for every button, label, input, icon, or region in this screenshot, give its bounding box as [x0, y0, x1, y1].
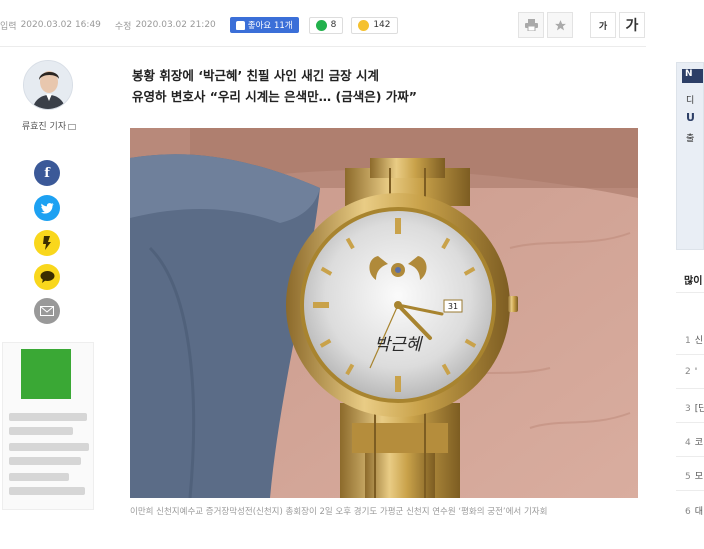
star-icon: [554, 19, 566, 30]
font-smaller-button[interactable]: 가: [590, 12, 616, 38]
comment-count: 8: [330, 20, 337, 30]
left-ad-banner[interactable]: [2, 342, 94, 510]
print-button[interactable]: [518, 12, 544, 38]
share-facebook-button[interactable]: f: [34, 160, 60, 186]
input-label: 입력: [0, 21, 17, 32]
share-twitter-button[interactable]: [34, 195, 60, 221]
avatar-photo: [24, 61, 72, 109]
email-icon: [40, 306, 54, 316]
article-meta: 입력 2020.03.02 16:49 수정 2020.03.02 21:20 …: [0, 14, 406, 36]
watch-photo: 31 박근혜: [130, 128, 638, 498]
like-button[interactable]: 좋아요 11개: [229, 17, 299, 33]
thumbs-up-icon: [235, 20, 245, 30]
bookmark-button[interactable]: [547, 12, 573, 38]
kakaotalk-icon: [40, 271, 54, 283]
font-larger-button[interactable]: 가: [619, 12, 645, 38]
photo-caption: 이만희 신천지예수교 증거장막성전(신천지) 총회장이 2일 오후 경기도 가평…: [130, 507, 548, 517]
most-viewed-item[interactable]: 5모: [685, 469, 703, 482]
ad-image: [21, 349, 71, 399]
article-photo[interactable]: 31 박근혜: [130, 128, 638, 498]
comment-icon: [315, 19, 327, 31]
most-viewed-item[interactable]: 2 ': [685, 367, 697, 377]
author-byline[interactable]: 류효진 기자: [14, 119, 84, 132]
ad-badge: N: [682, 69, 703, 83]
ad-text-2: U: [686, 111, 695, 124]
article-headline: 봉황 휘장에 ‘박근혜’ 친필 사인 새긴 금장 시계 유영하 변호사 “우리 …: [132, 65, 592, 107]
like-label: 좋아요 11개: [247, 21, 293, 31]
most-viewed-title: 많이: [684, 276, 703, 287]
comments-button[interactable]: 8: [308, 16, 344, 34]
edit-date: 2020.03.02 21:20: [135, 20, 216, 30]
headline-line-2: 유영하 변호사 “우리 시계는 은색만… (금색은) 가짜”: [132, 89, 417, 104]
reactions-button[interactable]: 142: [351, 16, 398, 34]
divider: [0, 46, 646, 47]
most-viewed-item[interactable]: 1신: [685, 333, 703, 346]
watch-date-window: 31: [448, 302, 458, 311]
author-avatar[interactable]: [23, 60, 73, 110]
kakaostory-icon: [43, 236, 51, 250]
right-ad-banner[interactable]: N 디 U 출: [676, 62, 704, 250]
most-viewed-item[interactable]: 4코: [685, 435, 703, 448]
edit-label: 수정: [114, 21, 132, 32]
headline-line-1: 봉황 휘장에 ‘박근혜’ 친필 사인 새긴 금장 시계: [132, 68, 379, 83]
most-viewed-item[interactable]: 6대: [685, 504, 703, 517]
twitter-bird-icon: [40, 202, 53, 214]
share-kakaostory-button[interactable]: [34, 230, 60, 256]
ad-text-1: 디: [686, 96, 695, 106]
mail-icon: [68, 123, 77, 130]
reaction-count: 142: [373, 20, 391, 30]
share-email-button[interactable]: [34, 298, 60, 324]
printer-icon: [524, 19, 538, 31]
input-date: 2020.03.02 16:49: [20, 20, 101, 30]
share-kakaotalk-button[interactable]: [34, 264, 60, 290]
watch-signature: 박근혜: [375, 335, 424, 355]
article-tools: 가 가: [518, 12, 648, 38]
author-name: 류효진 기자: [21, 122, 67, 132]
most-viewed-item[interactable]: 3 [단: [685, 401, 704, 414]
ad-text-3: 출: [686, 134, 695, 144]
smile-icon: [358, 19, 370, 31]
